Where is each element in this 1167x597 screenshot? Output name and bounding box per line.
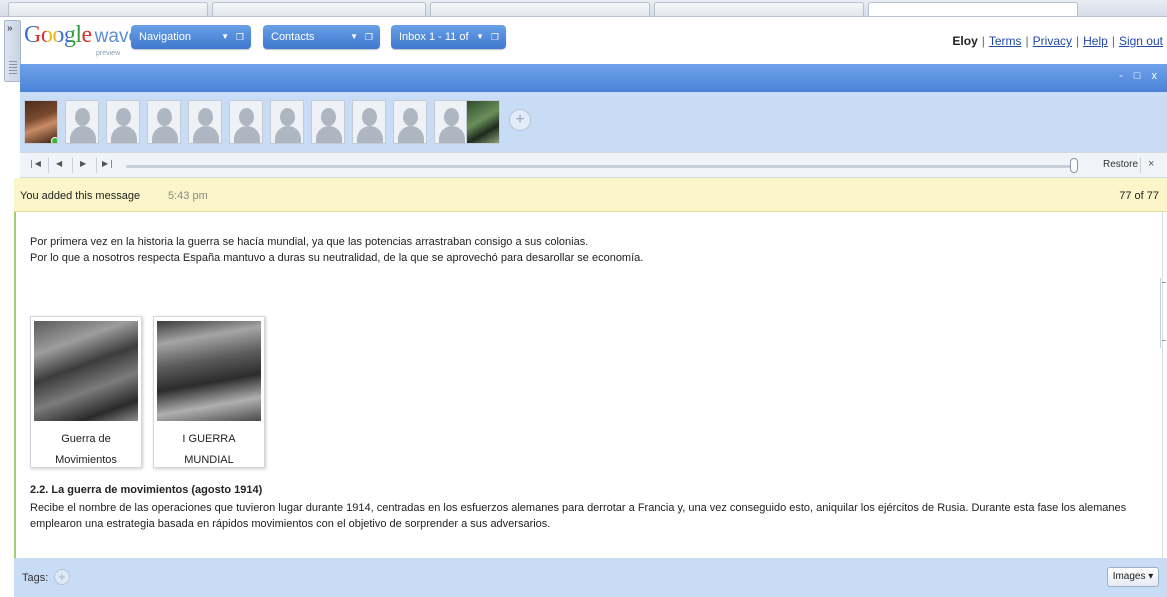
previous-icon[interactable]: ◀ <box>56 159 62 168</box>
participant-avatar[interactable] <box>311 100 345 144</box>
tags-label: Tags: <box>22 572 49 584</box>
browser-tab[interactable] <box>430 2 650 16</box>
image-gadget[interactable]: I GUERRA MUNDIAL <box>153 316 265 468</box>
participants-bar: + <box>20 92 1167 152</box>
blip-count: 77 of 77 <box>1119 190 1159 202</box>
chevron-down-icon[interactable]: ▼ <box>350 25 358 49</box>
sign-out-link[interactable]: Sign out <box>1119 34 1163 48</box>
paragraph: emplearon una estrategia basada en rápid… <box>30 518 551 530</box>
paragraph: Por primera vez en la historia la guerra… <box>30 236 589 248</box>
participant-avatar[interactable] <box>466 100 500 144</box>
browser-tab-strip <box>0 0 1167 17</box>
chevron-down-icon[interactable]: ▼ <box>476 25 484 49</box>
playback-bar: ❘◀ ◀ ▶ ▶❘ Restore × <box>20 152 1167 178</box>
image-caption: I GUERRA MUNDIAL <box>182 433 236 466</box>
next-icon[interactable]: ▶ <box>80 159 86 168</box>
restore-button[interactable]: Restore <box>1103 159 1138 170</box>
help-link[interactable]: Help <box>1083 34 1108 48</box>
navigation-pill-label: Navigation <box>139 31 191 43</box>
browser-tab[interactable] <box>212 2 426 16</box>
double-chevron-right-icon: » <box>7 23 13 34</box>
sidebar-expand-handle[interactable]: » <box>4 20 21 82</box>
image-caption: Guerra de Movimientos <box>55 433 117 466</box>
image-thumbnail[interactable] <box>157 321 261 421</box>
participant-avatar[interactable] <box>270 100 304 144</box>
blip-author-note: You added this message <box>20 190 141 202</box>
participant-avatar[interactable] <box>147 100 181 144</box>
participant-avatar[interactable] <box>106 100 140 144</box>
section-heading: 2.2. La guerra de movimientos (agosto 19… <box>30 484 263 496</box>
close-icon[interactable]: × <box>1148 158 1154 170</box>
images-button[interactable]: Images ▾ <box>1107 567 1159 587</box>
wave-panel-titlebar: - □ x <box>20 64 1167 92</box>
terms-link[interactable]: Terms <box>989 34 1022 48</box>
playback-slider-thumb[interactable] <box>1070 158 1078 173</box>
browser-tab-active[interactable] <box>868 2 1078 16</box>
logo-google-text: Google <box>24 22 92 48</box>
user-links: Eloy | Terms | Privacy | Help | Sign out <box>952 34 1163 48</box>
logo-preview-text: preview <box>96 50 121 57</box>
window-controls[interactable]: - □ x <box>1119 70 1161 82</box>
participant-avatar[interactable] <box>65 100 99 144</box>
participant-avatar[interactable] <box>229 100 263 144</box>
browser-tab[interactable] <box>8 2 208 16</box>
paragraph: Recibe el nombre de las operaciones que … <box>30 502 1127 514</box>
image-thumbnail[interactable] <box>34 321 138 421</box>
contacts-pill[interactable]: Contacts ▼ ❐ <box>263 25 380 49</box>
blip-timestamp: 5:43 pm <box>168 190 208 202</box>
first-icon[interactable]: ❘◀ <box>28 159 41 168</box>
online-status-icon <box>51 137 57 143</box>
inbox-pill-label: Inbox 1 - 11 of <box>399 31 469 43</box>
add-tag-button[interactable]: + <box>54 569 70 585</box>
browser-tab[interactable] <box>654 2 864 16</box>
scroll-indicator[interactable] <box>1160 278 1166 348</box>
blip-content[interactable]: Por primera vez en la historia la guerra… <box>14 212 1163 558</box>
participant-avatar[interactable] <box>393 100 427 144</box>
image-gadget[interactable]: Guerra de Movimientos <box>30 316 142 468</box>
playback-timeline[interactable] <box>126 165 1076 168</box>
inbox-pill[interactable]: Inbox 1 - 11 of ▼ ❐ <box>391 25 506 49</box>
chevron-down-icon[interactable]: ▼ <box>221 25 229 49</box>
last-icon[interactable]: ▶❘ <box>102 159 115 168</box>
restore-icon[interactable]: ❐ <box>236 25 244 49</box>
paragraph: Por lo que a nosotros respecta España ma… <box>30 252 644 264</box>
restore-icon[interactable]: ❐ <box>365 25 373 49</box>
navigation-pill[interactable]: Navigation ▼ ❐ <box>131 25 251 49</box>
blip-metadata-bar: You added this message 5:43 pm 77 of 77 <box>14 178 1167 212</box>
google-wave-logo: Google wave preview <box>24 22 139 62</box>
participant-avatar[interactable] <box>352 100 386 144</box>
participant-avatar[interactable] <box>188 100 222 144</box>
participant-avatar[interactable] <box>24 100 58 144</box>
add-participant-button[interactable]: + <box>509 109 531 131</box>
user-name: Eloy <box>952 34 978 48</box>
participant-avatar[interactable] <box>434 100 468 144</box>
tags-bar: Tags: + Images ▾ <box>14 558 1167 597</box>
grip-icon <box>9 61 17 75</box>
privacy-link[interactable]: Privacy <box>1033 34 1072 48</box>
restore-icon[interactable]: ❐ <box>491 25 499 49</box>
contacts-pill-label: Contacts <box>271 31 315 43</box>
